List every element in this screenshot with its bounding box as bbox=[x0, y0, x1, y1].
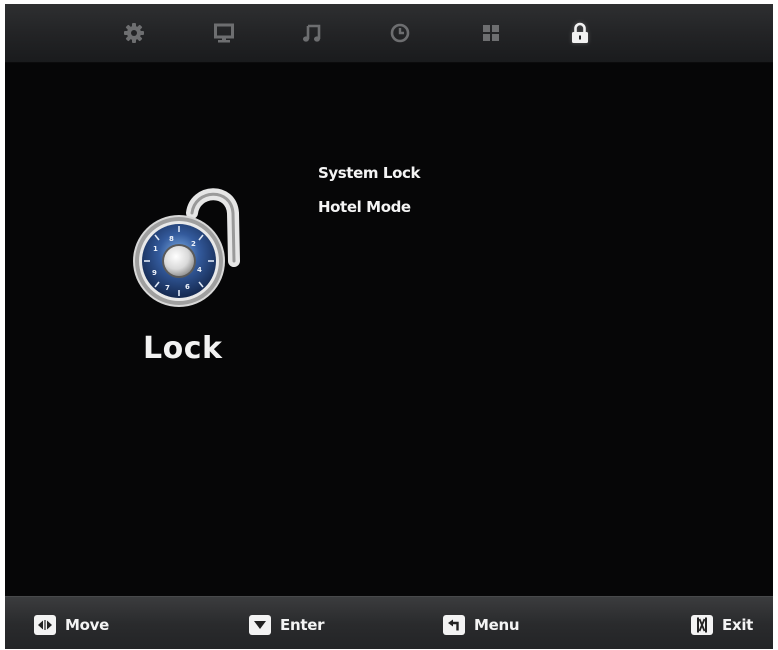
svg-text:4: 4 bbox=[197, 266, 202, 274]
key-hint-bar: Move Enter Menu Exit bbox=[5, 596, 773, 649]
tab-time[interactable] bbox=[380, 17, 420, 49]
enter-hint: Enter bbox=[249, 614, 324, 636]
left-right-key-icon bbox=[34, 615, 56, 635]
svg-text:2: 2 bbox=[191, 240, 196, 248]
svg-text:7: 7 bbox=[165, 284, 170, 292]
lock-menu-screen: 8 2 4 6 7 9 1 Lock System Lock Hotel Mod… bbox=[5, 4, 773, 649]
move-label: Move bbox=[65, 616, 109, 634]
lock-icon bbox=[572, 22, 588, 43]
exit-key-icon bbox=[691, 615, 713, 635]
section-title: Lock bbox=[143, 331, 223, 366]
combination-padlock-icon: 8 2 4 6 7 9 1 bbox=[121, 179, 249, 311]
monitor-icon bbox=[214, 23, 234, 43]
menu-hint: Menu bbox=[443, 614, 520, 636]
exit-label: Exit bbox=[722, 616, 754, 634]
tab-settings[interactable] bbox=[114, 17, 154, 49]
tab-picture[interactable] bbox=[204, 17, 244, 49]
svg-text:6: 6 bbox=[185, 283, 190, 291]
music-note-icon bbox=[303, 24, 321, 42]
tab-option[interactable] bbox=[471, 17, 511, 49]
menu-item-hotel-mode[interactable]: Hotel Mode bbox=[318, 197, 411, 217]
tab-sound[interactable] bbox=[292, 17, 332, 49]
svg-text:1: 1 bbox=[153, 245, 158, 253]
menu-label: Menu bbox=[474, 616, 520, 634]
grid-icon bbox=[483, 25, 499, 41]
clock-icon bbox=[390, 23, 410, 43]
enter-key-icon bbox=[249, 615, 271, 635]
svg-text:8: 8 bbox=[169, 235, 174, 243]
svg-text:9: 9 bbox=[152, 269, 157, 277]
tab-lock[interactable] bbox=[560, 17, 600, 49]
gear-icon bbox=[124, 23, 144, 43]
enter-label: Enter bbox=[280, 616, 325, 634]
return-key-icon bbox=[443, 615, 465, 635]
menu-item-system-lock[interactable]: System Lock bbox=[318, 163, 420, 183]
exit-hint: Exit bbox=[691, 614, 753, 636]
move-hint: Move bbox=[34, 614, 109, 636]
category-tab-bar bbox=[5, 4, 773, 63]
lock-menu-content: 8 2 4 6 7 9 1 Lock System Lock Hotel Mod… bbox=[5, 63, 773, 595]
